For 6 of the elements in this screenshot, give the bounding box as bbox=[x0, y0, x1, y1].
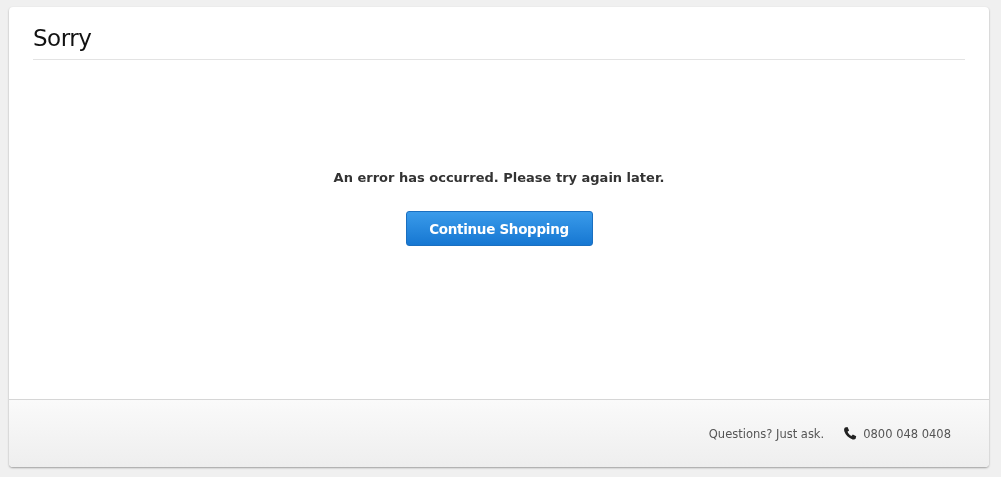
page-heading: Sorry bbox=[33, 25, 93, 51]
phone-icon bbox=[842, 425, 859, 442]
phone-number: 0800 048 0408 bbox=[863, 426, 951, 441]
error-message: An error has occurred. Please try again later. bbox=[333, 170, 665, 185]
questions-text: Questions? Just ask. bbox=[708, 426, 825, 441]
continue-shopping-button[interactable]: Continue Shopping bbox=[405, 211, 593, 246]
